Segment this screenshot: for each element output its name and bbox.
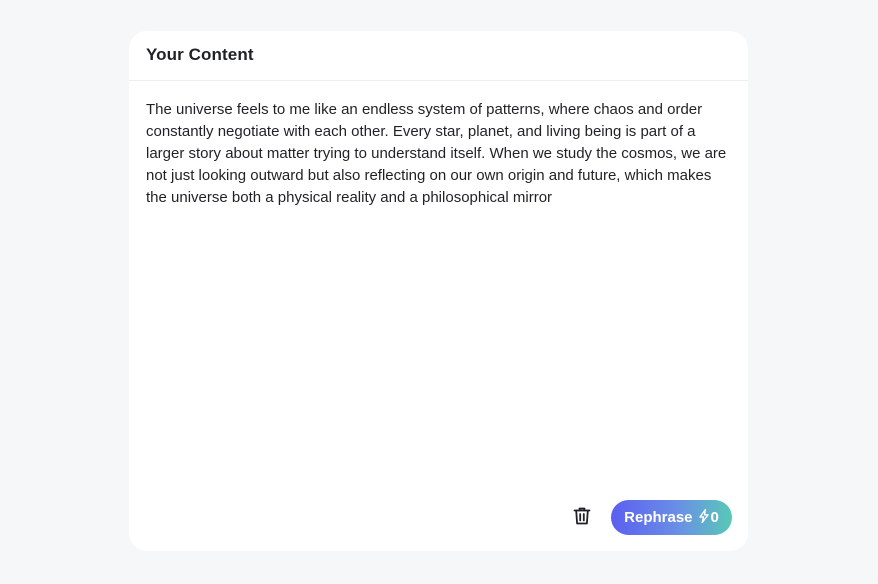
card-footer: Rephrase 0 bbox=[569, 500, 732, 535]
card-title: Your Content bbox=[146, 45, 254, 64]
content-card: Your Content The universe feels to me li… bbox=[129, 31, 748, 551]
lightning-icon bbox=[698, 508, 709, 527]
credit-count: 0 bbox=[710, 509, 719, 526]
rephrase-label: Rephrase bbox=[624, 509, 693, 526]
credit-counter: 0 bbox=[698, 508, 719, 527]
delete-button[interactable] bbox=[569, 505, 595, 531]
content-text-area[interactable]: The universe feels to me like an endless… bbox=[146, 99, 731, 209]
rephrase-button[interactable]: Rephrase 0 bbox=[611, 500, 732, 535]
trash-icon bbox=[573, 506, 591, 529]
card-header: Your Content bbox=[129, 31, 748, 81]
